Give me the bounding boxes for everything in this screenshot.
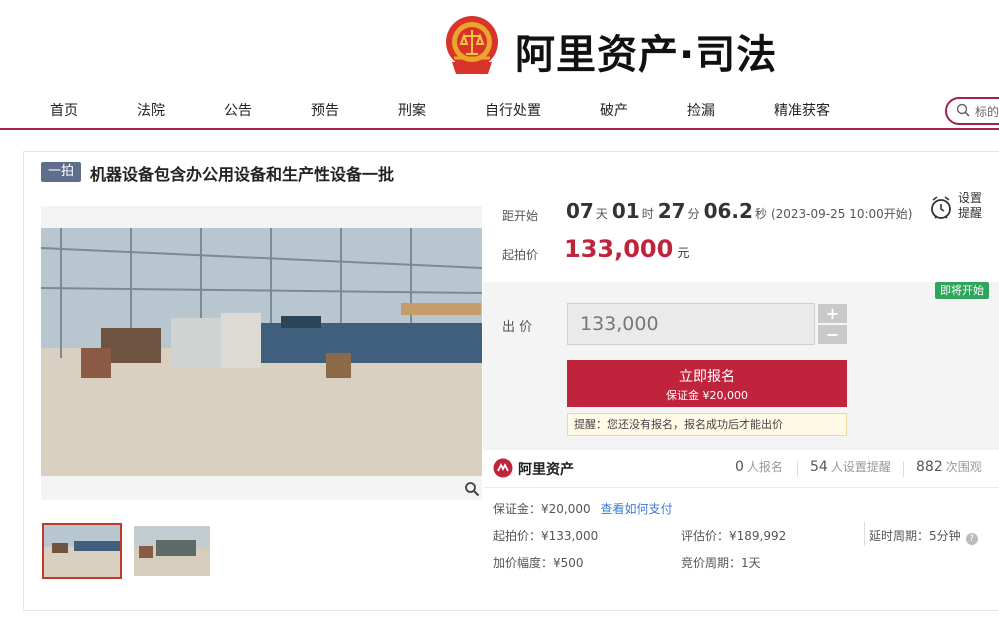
start-price-label: 起拍价: [502, 248, 539, 262]
decrease-bid-button[interactable]: −: [818, 325, 847, 344]
countdown-label: 距开始: [502, 209, 539, 223]
detail-valuation: 评估价：¥189,992: [681, 529, 787, 543]
main-nav: 首页 法院 公告 预告 刑案 自行处置 破产 捡漏 精准获客: [0, 92, 999, 130]
detail-increment: 加价幅度：¥500: [493, 556, 584, 570]
column-divider: [864, 522, 865, 546]
zoom-icon[interactable]: [464, 481, 480, 497]
detail-bid-cycle: 竞价周期：1天: [681, 556, 761, 570]
signup-button[interactable]: 立即报名 保证金 ¥20,000: [567, 360, 847, 407]
countdown-minutes: 27: [657, 199, 686, 223]
minutes-unit: 分: [687, 207, 700, 221]
delay-cycle-text: 延时周期：5分钟: [869, 529, 961, 543]
brand-title: 阿里资产·司法: [515, 32, 778, 78]
search-placeholder: 标的: [975, 105, 999, 119]
nav-item-precise-leads[interactable]: 精准获客: [774, 100, 830, 120]
bid-tip: 提醒：您还没有报名，报名成功后才能出价: [567, 413, 847, 436]
signup-deposit: 保证金 ¥20,000: [666, 389, 748, 402]
court-emblem-icon: [446, 16, 498, 74]
round-badge: 一拍: [41, 162, 81, 182]
start-price-unit: 元: [677, 246, 690, 260]
thumbnail-image: [44, 525, 120, 577]
search-input[interactable]: 标的: [945, 97, 999, 125]
signup-count-value: 0: [735, 459, 744, 475]
deposit-text: 保证金：¥20,000: [493, 502, 591, 516]
status-badge: 即将开始: [935, 282, 989, 299]
site-header: 阿里资产·司法: [0, 0, 999, 92]
signup-count: 0 人报名: [735, 458, 783, 475]
reminder-line1: 设置: [958, 191, 983, 205]
thumbnail-2[interactable]: [134, 526, 210, 576]
view-count-unit: 次围观: [945, 460, 982, 474]
start-price: 133,000 元: [564, 235, 689, 263]
bid-amount-field[interactable]: 133,000: [567, 303, 815, 345]
hours-unit: 时: [641, 207, 654, 221]
detail-start-price: 起拍价：¥133,000: [493, 529, 599, 543]
divider: [483, 487, 999, 488]
stat-divider: [797, 461, 798, 477]
alarm-clock-icon[interactable]: [929, 195, 953, 221]
nav-item-court[interactable]: 法院: [137, 100, 165, 120]
nav-item-home[interactable]: 首页: [50, 100, 78, 120]
nav-item-bankruptcy[interactable]: 破产: [600, 100, 628, 120]
start-price-value: 133,000: [564, 235, 674, 263]
reminder-count-value: 54: [810, 459, 828, 475]
nav-item-bargain[interactable]: 捡漏: [687, 100, 715, 120]
view-count-value: 882: [916, 459, 943, 475]
stat-divider: [903, 461, 904, 477]
thumbnail-image: [134, 526, 210, 576]
detail-delay-cycle: 延时周期：5分钟?: [869, 527, 978, 545]
countdown-seconds: 06.2: [703, 199, 753, 223]
countdown: 07 天 01 时 27 分 06.2 秒 (2023-09-25 10:00开始): [566, 199, 912, 223]
seconds-unit: 秒: [754, 207, 767, 221]
help-icon[interactable]: ?: [965, 533, 978, 545]
reminder-line2: 提醒: [958, 206, 983, 220]
reminder-count: 54 人设置提醒: [810, 458, 891, 475]
signup-count-unit: 人报名: [746, 460, 783, 474]
ali-assets-logo-icon: [493, 458, 513, 478]
set-reminder-button[interactable]: 设置 提醒: [958, 191, 988, 221]
thumbnail-1[interactable]: [42, 523, 122, 579]
days-unit: 天: [595, 207, 608, 221]
start-time: (2023-09-25 10:00开始): [770, 207, 913, 221]
factory-photo-image: [41, 228, 482, 476]
lot-title: 机器设备包含办公用设备和生产性设备一批: [90, 165, 395, 184]
nav-item-preview[interactable]: 预告: [311, 100, 339, 120]
countdown-days: 07: [566, 199, 594, 223]
countdown-hours: 01: [611, 199, 640, 223]
platform-name: 阿里资产: [518, 462, 574, 478]
reminder-count-unit: 人设置提醒: [830, 460, 891, 474]
bid-label: 出 价: [502, 320, 533, 335]
search-icon: [956, 103, 970, 117]
nav-item-notice[interactable]: 公告: [224, 100, 252, 120]
deposit-info: 保证金：¥20,000 查看如何支付: [493, 500, 672, 517]
increase-bid-button[interactable]: +: [818, 304, 847, 323]
nav-item-self-disposal[interactable]: 自行处置: [485, 100, 541, 120]
main-photo[interactable]: [41, 206, 482, 500]
view-count: 882 次围观: [916, 458, 982, 475]
signup-label: 立即报名: [679, 369, 735, 385]
nav-item-criminal[interactable]: 刑案: [398, 100, 426, 120]
how-to-pay-link[interactable]: 查看如何支付: [600, 502, 672, 516]
